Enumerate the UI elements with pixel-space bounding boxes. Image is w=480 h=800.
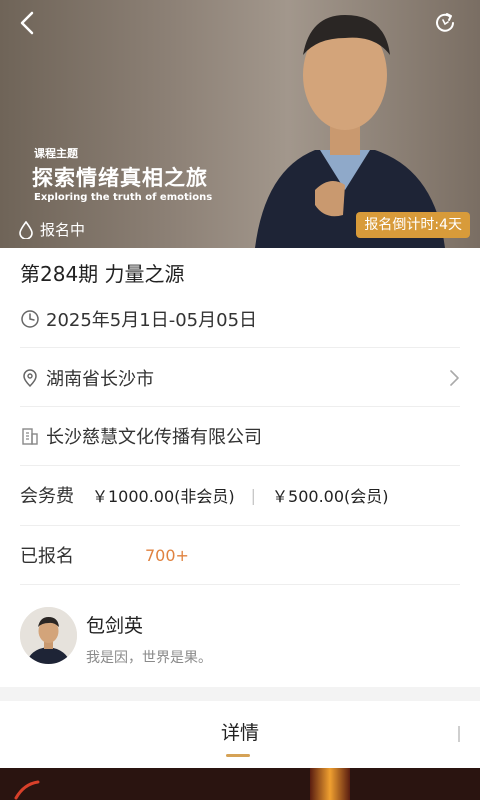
divider [20, 525, 460, 526]
divider [20, 347, 460, 348]
banner-logo-icon [14, 780, 40, 800]
avatar-image [20, 607, 77, 664]
divider [20, 584, 460, 585]
registration-status: 报名中 [18, 219, 85, 240]
topic-label: 课程主题 [34, 147, 78, 160]
hero-banner: 课程主题 探索情绪真相之旅 Exploring the truth of emo… [0, 0, 480, 248]
refresh-icon[interactable] [432, 10, 458, 36]
location-row[interactable]: 湖南省长沙市 [20, 364, 460, 392]
course-title: 第284期 力量之源 [20, 262, 185, 286]
location-pin-icon [23, 369, 37, 388]
status-text: 报名中 [40, 221, 86, 239]
enrolled-label: 已报名 [20, 546, 74, 567]
topic-title: 探索情绪真相之旅 [32, 166, 208, 190]
building-icon [22, 428, 38, 445]
organizer-text: 长沙慈慧文化传播有限公司 [46, 427, 262, 448]
clock-icon [21, 310, 39, 328]
tab-divider [458, 726, 460, 742]
topic-subtitle: Exploring the truth of emotions [34, 192, 213, 203]
date-row: 2025年5月1日-05月05日 [20, 305, 460, 333]
tab-details[interactable]: 详情 [0, 718, 480, 745]
enrolled-row: 已报名 700+ [20, 541, 460, 569]
speaker-portrait [255, 15, 445, 248]
date-text: 2025年5月1日-05月05日 [46, 310, 258, 331]
author-name[interactable]: 包剑英 [86, 611, 143, 638]
avatar[interactable] [20, 607, 77, 664]
fee-separator: | [250, 485, 257, 505]
fee-label: 会务费 [20, 486, 74, 507]
drop-icon [19, 220, 33, 239]
countdown-badge: 报名倒计时:4天 [356, 212, 470, 238]
divider [20, 406, 460, 407]
chevron-right-icon [450, 370, 459, 386]
fee-row: 会务费 ￥1000.00(非会员) | ￥500.00(会员) [20, 481, 460, 509]
banner-glow [310, 768, 350, 800]
enrolled-count: 700+ [145, 545, 189, 565]
organizer-row: 长沙慈慧文化传播有限公司 [20, 422, 460, 450]
section-gap [0, 687, 480, 701]
divider [20, 465, 460, 466]
tab-active-indicator [226, 754, 250, 757]
tab-details-label: 详情 [220, 722, 259, 744]
details-banner [0, 768, 480, 800]
author-motto: 我是因，世界是果。 [86, 650, 212, 666]
location-text: 湖南省长沙市 [46, 369, 154, 390]
fee-non-member: ￥1000.00(非会员) [92, 487, 235, 506]
back-arrow-icon[interactable] [14, 8, 44, 38]
fee-member: ￥500.00(会员) [272, 487, 389, 506]
